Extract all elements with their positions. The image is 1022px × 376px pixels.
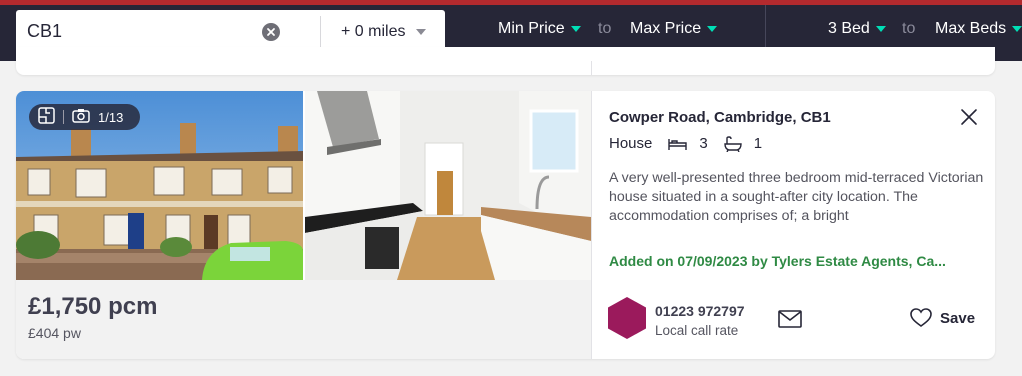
added-info: Added on 07/09/2023 by Tylers Estate Age… bbox=[609, 253, 946, 269]
agent-phone[interactable]: 01223 972797 bbox=[655, 303, 745, 319]
bedroom-count: 3 bbox=[699, 135, 708, 152]
card-divider bbox=[591, 61, 592, 75]
caret-down-icon bbox=[875, 26, 886, 32]
floorplan-icon[interactable] bbox=[38, 107, 55, 127]
min-price-select[interactable]: Min Price bbox=[498, 20, 581, 38]
caret-down-icon bbox=[1012, 26, 1022, 32]
clear-circle-icon[interactable] bbox=[262, 23, 280, 41]
listing-photo-kitchen[interactable] bbox=[305, 91, 591, 280]
bath-icon bbox=[724, 135, 742, 152]
save-button[interactable]: Save bbox=[910, 308, 975, 328]
listing-price: £1,750 pcm bbox=[28, 293, 158, 320]
max-price-label: Max Price bbox=[630, 20, 702, 37]
listing-address[interactable]: Cowper Road, Cambridge, CB1 bbox=[609, 109, 831, 126]
bathroom-count: 1 bbox=[753, 135, 763, 152]
price-to-label: to bbox=[598, 20, 612, 37]
bed-icon bbox=[668, 137, 688, 151]
property-type: House bbox=[609, 135, 653, 152]
previous-listing-card[interactable] bbox=[16, 47, 995, 75]
photo-gallery[interactable]: 1/13 bbox=[16, 91, 591, 280]
listing-card[interactable]: 1/13 £1,750 pcm £404 pw Cowper Road, Cam… bbox=[16, 91, 995, 359]
listing-details[interactable]: Cowper Road, Cambridge, CB1 House 3 1 A … bbox=[591, 91, 995, 359]
price-panel[interactable]: £1,750 pcm £404 pw bbox=[16, 280, 591, 359]
close-icon[interactable] bbox=[960, 108, 978, 126]
max-price-select[interactable]: Max Price bbox=[630, 20, 718, 38]
min-beds-select[interactable]: 3 Bed bbox=[828, 20, 886, 38]
listing-description: A very well-presented three bedroom mid-… bbox=[609, 170, 984, 224]
property-meta: House 3 1 bbox=[609, 135, 778, 152]
media-divider bbox=[63, 110, 64, 124]
agent-logo[interactable] bbox=[607, 296, 647, 340]
radius-label: + 0 miles bbox=[341, 22, 406, 40]
min-price-label: Min Price bbox=[498, 20, 565, 37]
max-beds-label: Max Beds bbox=[935, 20, 1007, 37]
page-edge bbox=[1011, 61, 1022, 376]
listing-price-weekly: £404 pw bbox=[28, 325, 81, 341]
caret-down-icon bbox=[570, 26, 581, 32]
photo-count: 1/13 bbox=[98, 109, 124, 125]
heart-icon bbox=[910, 308, 932, 328]
min-beds-label: 3 Bed bbox=[828, 20, 870, 37]
beds-to-label: to bbox=[902, 20, 916, 37]
max-beds-select[interactable]: Max Beds bbox=[935, 20, 1022, 38]
caret-down-icon bbox=[416, 28, 427, 35]
save-label: Save bbox=[940, 309, 976, 327]
media-badge[interactable]: 1/13 bbox=[29, 104, 140, 130]
call-rate-label: Local call rate bbox=[655, 323, 739, 338]
camera-icon[interactable] bbox=[72, 108, 90, 126]
mail-icon[interactable] bbox=[778, 310, 802, 328]
caret-down-icon bbox=[707, 26, 718, 32]
